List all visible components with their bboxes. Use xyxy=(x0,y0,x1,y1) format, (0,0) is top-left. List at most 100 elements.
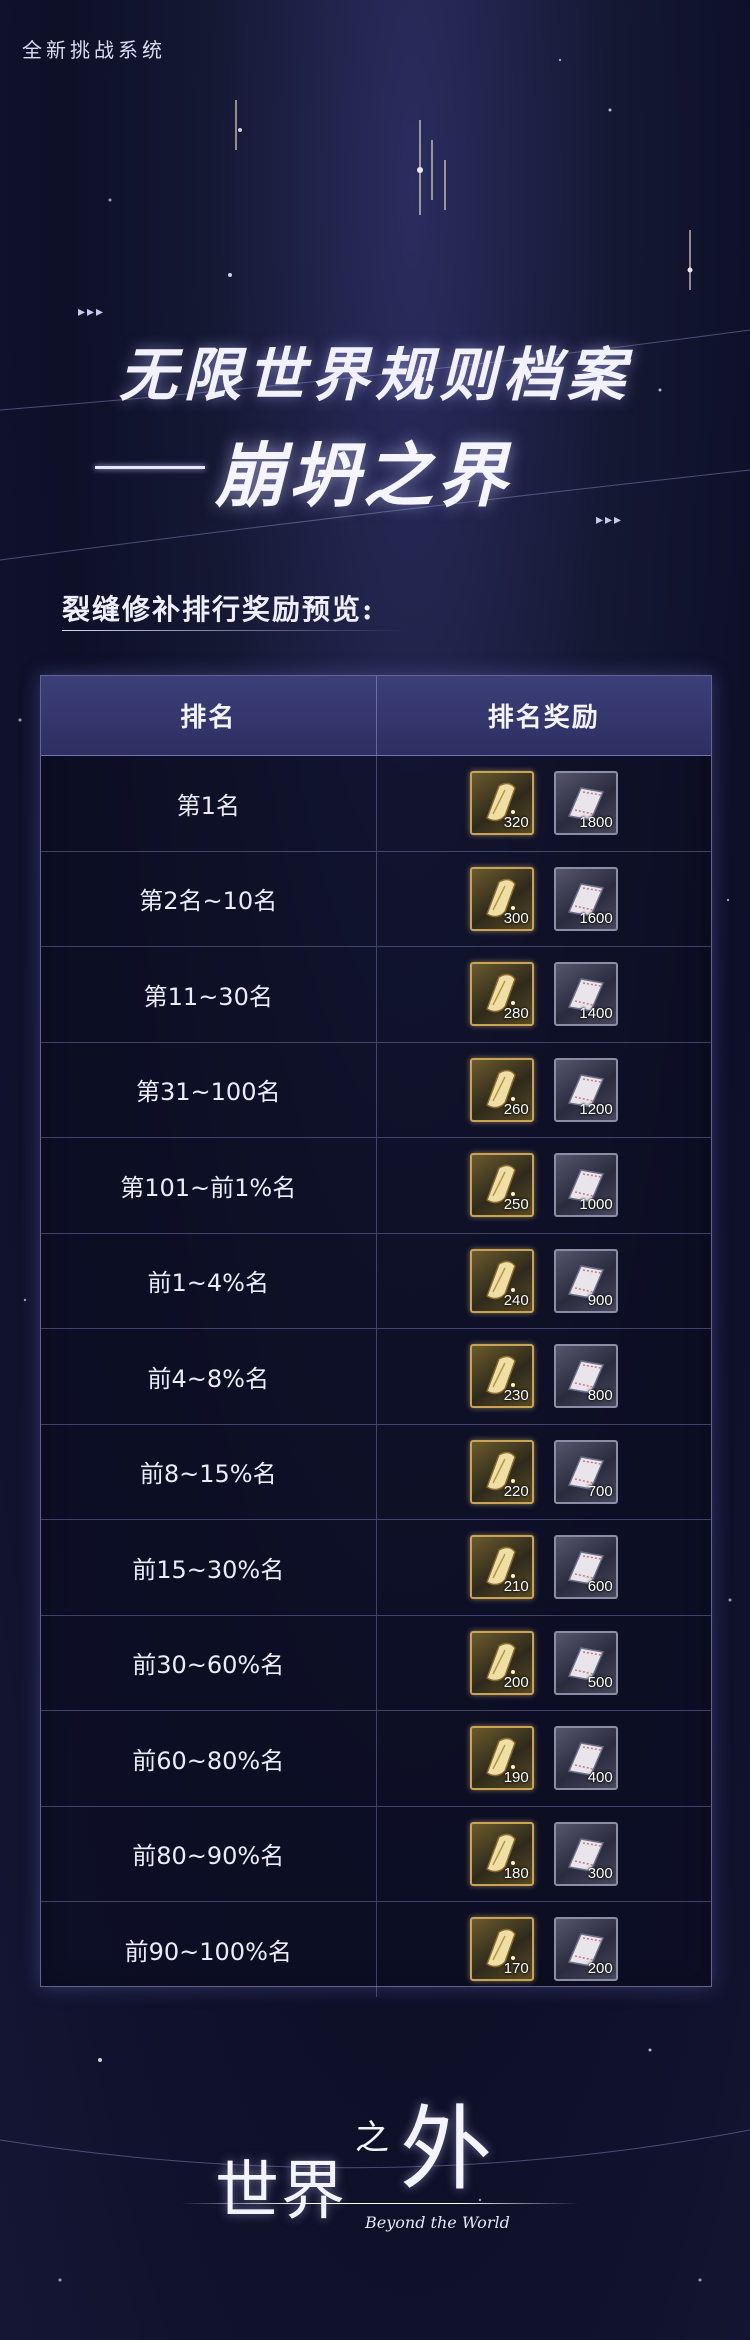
gold-feather-scroll-icon[interactable]: 180 xyxy=(469,1821,534,1886)
reward-quantity: 200 xyxy=(587,1960,613,1978)
rank-label: 第2名~10名 xyxy=(139,887,278,916)
reward-quantity: 1200 xyxy=(579,1100,613,1118)
table-row: 前90~100%名 170 200 xyxy=(41,1902,711,1997)
rank-cell: 第31~100名 xyxy=(41,1043,376,1138)
gold-feather-scroll-icon[interactable]: 210 xyxy=(469,1535,534,1600)
column-header-rank: 排名 xyxy=(180,703,237,733)
gold-feather-scroll-icon[interactable]: 220 xyxy=(469,1439,534,1504)
table-row: 第11~30名 280 1400 xyxy=(41,947,711,1043)
reward-cell: 170 200 xyxy=(375,1902,712,1997)
rank-cell: 第1名 xyxy=(41,756,376,851)
reward-quantity: 260 xyxy=(503,1100,529,1118)
table-row: 第2名~10名 300 1600 xyxy=(41,851,712,947)
table-row: 第31~100名 260 1200 xyxy=(41,1042,711,1138)
reward-quantity: 200 xyxy=(503,1673,529,1691)
reward-cell: 210 600 xyxy=(375,1520,712,1615)
reward-quantity: 220 xyxy=(503,1482,529,1500)
silver-film-scroll-icon[interactable]: 300 xyxy=(553,1821,618,1886)
reward-quantity: 240 xyxy=(503,1291,529,1309)
reward-quantity: 320 xyxy=(503,814,529,832)
silver-film-scroll-icon[interactable]: 700 xyxy=(553,1439,618,1504)
rank-label: 第11~30名 xyxy=(143,982,273,1011)
reward-cell: 250 1000 xyxy=(375,1138,712,1233)
table-row: 前8~15%名 220 700 xyxy=(41,1424,712,1520)
rank-label: 前15~30%名 xyxy=(132,1555,285,1584)
rank-label: 第31~100名 xyxy=(136,1078,281,1107)
reward-quantity: 1000 xyxy=(579,1196,613,1214)
rank-cell: 第2名~10名 xyxy=(41,852,376,947)
gold-feather-scroll-icon[interactable]: 280 xyxy=(469,962,534,1027)
subtitle-dash xyxy=(95,466,205,469)
silver-film-scroll-icon[interactable]: 200 xyxy=(553,1917,618,1982)
rank-cell: 第11~30名 xyxy=(41,947,376,1042)
gold-feather-scroll-icon[interactable]: 260 xyxy=(469,1057,534,1122)
rank-cell: 前80~90%名 xyxy=(41,1807,376,1902)
table-body: 第1名 320 1800 第2名~10名 300 1600 第11~30名 280 1400 第3… xyxy=(41,756,711,1997)
section-underline xyxy=(62,630,407,631)
section-label: 裂缝修补排行奖励预览: xyxy=(62,593,375,626)
reward-cell: 320 1800 xyxy=(375,756,712,851)
silver-film-scroll-icon[interactable]: 1000 xyxy=(553,1153,618,1218)
reward-quantity: 190 xyxy=(503,1769,529,1787)
gold-feather-scroll-icon[interactable]: 190 xyxy=(469,1726,534,1791)
reward-quantity: 170 xyxy=(503,1960,529,1978)
logo-text-main: 世界 xyxy=(215,2155,347,2229)
gold-feather-scroll-icon[interactable]: 170 xyxy=(469,1917,534,1982)
gold-feather-scroll-icon[interactable]: 240 xyxy=(469,1248,534,1313)
gold-feather-scroll-icon[interactable]: 320 xyxy=(469,771,534,836)
page-title: 无限世界规则档案 xyxy=(118,341,631,409)
silver-film-scroll-icon[interactable]: 1200 xyxy=(553,1057,618,1122)
reward-quantity: 300 xyxy=(503,909,529,927)
rank-label: 第101~前1%名 xyxy=(120,1173,297,1202)
silver-film-scroll-icon[interactable]: 400 xyxy=(553,1726,618,1791)
silver-film-scroll-icon[interactable]: 800 xyxy=(553,1344,618,1409)
table-header: 排名 排名奖励 xyxy=(41,676,711,756)
logo-script-text: Beyond the World xyxy=(365,2213,510,2232)
reward-cell: 220 700 xyxy=(375,1424,712,1519)
rank-cell: 前90~100%名 xyxy=(41,1902,376,1997)
page-subtitle-block: 崩坍之界 xyxy=(95,420,655,517)
rank-cell: 前1~4%名 xyxy=(41,1234,376,1329)
silver-film-scroll-icon[interactable]: 600 xyxy=(553,1535,618,1600)
rank-label: 前8~15%名 xyxy=(139,1460,277,1489)
logo-char-wai: 外 xyxy=(400,2096,493,2203)
game-logo: 外 之 世界 Beyond the World xyxy=(180,2085,580,2235)
reward-cell: 300 1600 xyxy=(375,851,712,946)
rank-cell: 前8~15%名 xyxy=(41,1425,376,1520)
reward-quantity: 1800 xyxy=(579,814,613,832)
table-row: 前80~90%名 180 300 xyxy=(41,1806,711,1902)
table-row: 前15~30%名 210 600 xyxy=(41,1520,711,1616)
reward-quantity: 700 xyxy=(587,1482,613,1500)
silver-film-scroll-icon[interactable]: 1400 xyxy=(553,962,618,1027)
rank-label: 前4~8%名 xyxy=(147,1364,269,1393)
reward-cell: 190 400 xyxy=(375,1711,712,1806)
reward-quantity: 300 xyxy=(587,1864,613,1882)
system-tag: 全新挑战系统 xyxy=(22,38,166,62)
gold-feather-scroll-icon[interactable]: 250 xyxy=(469,1153,534,1218)
silver-film-scroll-icon[interactable]: 500 xyxy=(553,1630,618,1695)
reward-cell: 240 900 xyxy=(375,1233,712,1328)
decor-arrows-right: ▸▸▸ xyxy=(596,512,624,528)
table-row: 前1~4%名 240 900 xyxy=(41,1233,712,1329)
silver-film-scroll-icon[interactable]: 1600 xyxy=(553,866,618,931)
rank-cell: 前15~30%名 xyxy=(41,1520,376,1615)
reward-quantity: 250 xyxy=(503,1196,529,1214)
rank-label: 前80~90%名 xyxy=(132,1842,285,1871)
page-subtitle: 崩坍之界 xyxy=(215,434,511,517)
gold-feather-scroll-icon[interactable]: 230 xyxy=(469,1344,534,1409)
logo-underline xyxy=(180,2203,580,2204)
reward-cell: 230 800 xyxy=(375,1329,712,1424)
table-row: 前4~8%名 230 800 xyxy=(41,1329,711,1425)
gold-feather-scroll-icon[interactable]: 200 xyxy=(469,1630,534,1695)
rank-label: 前60~80%名 xyxy=(132,1746,285,1775)
silver-film-scroll-icon[interactable]: 900 xyxy=(553,1248,618,1313)
gold-feather-scroll-icon[interactable]: 300 xyxy=(469,866,534,931)
reward-quantity: 500 xyxy=(587,1673,613,1691)
column-header-reward: 排名奖励 xyxy=(375,676,712,755)
silver-film-scroll-icon[interactable]: 1800 xyxy=(553,771,618,836)
decor-arrows-left: ▸▸▸ xyxy=(78,304,106,320)
rank-cell: 前30~60%名 xyxy=(41,1616,376,1711)
rank-label: 前1~4%名 xyxy=(147,1269,269,1298)
rank-cell: 前60~80%名 xyxy=(41,1711,376,1806)
rank-label: 前90~100%名 xyxy=(124,1937,292,1966)
